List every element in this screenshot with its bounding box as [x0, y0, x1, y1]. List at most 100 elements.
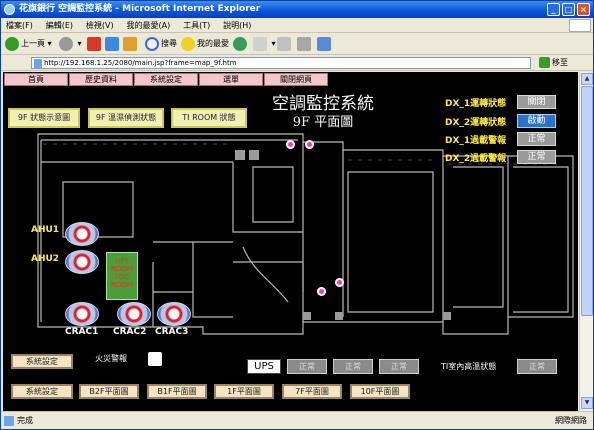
page-icon: [34, 59, 42, 68]
dx1-run-status[interactable]: 關閉: [517, 95, 556, 109]
ahu2-fan-icon[interactable]: [65, 250, 99, 274]
menu-tools[interactable]: 工具(T): [178, 18, 215, 33]
floor-1f-button[interactable]: 1F平面圖: [214, 384, 274, 399]
favorites-button[interactable]: 我的最愛: [181, 36, 229, 52]
crac1-label: CRAC1: [65, 327, 99, 337]
floor-b1f-button[interactable]: B1F平面圖: [147, 384, 207, 399]
ups-room-line3: TOC: [114, 273, 130, 281]
crac3-label: CRAC3: [155, 327, 189, 337]
ups-button[interactable]: UPS: [247, 359, 281, 374]
alarm-marker-icon[interactable]: [335, 278, 344, 287]
vertical-scrollbar[interactable]: ▲ ▼: [579, 72, 593, 411]
windows-logo-icon: [569, 19, 591, 32]
scroll-up-icon[interactable]: ▲: [581, 73, 593, 85]
page-done-icon: [4, 416, 14, 426]
fire-alarm-icon[interactable]: [148, 352, 162, 366]
status-bar: 完成 網際網路: [1, 411, 593, 429]
menu-help[interactable]: 說明(H): [218, 18, 256, 33]
refresh-button[interactable]: [105, 36, 121, 52]
dx2-run-label: DX_2運轉狀態: [445, 118, 507, 128]
page-subtitle: 9F 平面圖: [292, 115, 354, 130]
floor-7f-button[interactable]: 7F平面圖: [282, 384, 342, 399]
stop-button[interactable]: [87, 36, 103, 52]
minimize-button[interactable]: _: [547, 3, 560, 16]
address-value: http://192.168.1.25/2080/main.jsp?frame=…: [44, 59, 237, 67]
view-9f-temp-button[interactable]: 9F 溫濕偵測狀態: [88, 108, 164, 128]
star-icon: [181, 36, 195, 51]
ahu2-label: AHU2: [31, 254, 60, 264]
crac2-fan-icon[interactable]: [117, 302, 151, 326]
search-icon: [145, 36, 159, 51]
media-button[interactable]: [233, 36, 249, 52]
alarm-marker-icon[interactable]: [305, 140, 314, 149]
scroll-down-icon[interactable]: ▼: [581, 397, 593, 409]
search-button[interactable]: 搜尋: [145, 36, 177, 52]
system-settings-button-1[interactable]: 系統設定: [11, 354, 73, 369]
favorites-label: 我的最愛: [197, 39, 229, 48]
menu-edit[interactable]: 編輯(E): [41, 18, 78, 33]
ahu1-label: AHU1: [31, 225, 60, 235]
dx2-run-status[interactable]: 啟動: [517, 114, 556, 128]
back-label: 上一頁: [21, 39, 45, 48]
ahu1-fan-icon[interactable]: [65, 222, 99, 246]
ups-status-2[interactable]: 正常: [333, 359, 373, 374]
go-arrow-icon: [539, 57, 550, 68]
go-label: 移至: [552, 58, 568, 67]
maximize-button[interactable]: □: [562, 3, 575, 16]
back-button[interactable]: 上一頁 ▾: [5, 36, 52, 52]
menu-view[interactable]: 檢視(V): [81, 18, 119, 33]
view-9f-status-button[interactable]: 9F 狀態示意圖: [8, 108, 80, 128]
ups-room-line2: ROOM: [111, 265, 133, 273]
ups-toc-room[interactable]: UPS ROOM TOC ROOM: [106, 252, 138, 300]
alarm-marker-icon[interactable]: [286, 140, 295, 149]
zone-text: 網際網路: [555, 416, 587, 425]
dx1-overload-label: DX_1過載警報: [445, 136, 507, 146]
ti-hightemp-status[interactable]: 正常: [517, 359, 557, 374]
alarm-marker-icon[interactable]: [317, 287, 326, 296]
menu-file[interactable]: 檔案(F): [1, 18, 38, 33]
mail-icon: [277, 36, 291, 51]
view-tiroom-button[interactable]: TI ROOM 狀態: [171, 108, 247, 128]
browser-window: 花旗銀行 空調監控系統 - Microsoft Internet Explore…: [0, 0, 594, 430]
forward-arrow-icon: [59, 36, 73, 51]
messenger-button[interactable]: [317, 36, 333, 52]
menu-bar: 檔案(F) 編輯(E) 檢視(V) 我的最愛(A) 工具(T) 說明(H): [1, 18, 593, 33]
dx2-overload-status[interactable]: 正常: [517, 150, 556, 164]
toolbar: 上一頁 ▾ ▾ 搜尋 我的最愛 ▾: [1, 33, 593, 55]
home-button[interactable]: [123, 36, 139, 52]
mail-button[interactable]: [277, 36, 293, 52]
crac3-fan-icon[interactable]: [157, 302, 191, 326]
history-icon: [253, 36, 267, 51]
floor-10f-button[interactable]: 10F平面圖: [350, 384, 410, 399]
ups-status-1[interactable]: 正常: [287, 359, 327, 374]
close-button[interactable]: ×: [577, 3, 590, 16]
system-settings-button-2[interactable]: 系統設定: [11, 384, 73, 399]
media-icon: [233, 36, 247, 51]
stop-icon: [87, 36, 101, 51]
dx1-run-label: DX_1運轉狀態: [445, 99, 507, 109]
menu-favorites[interactable]: 我的最愛(A): [121, 18, 175, 33]
status-text: 完成: [17, 416, 33, 425]
dx1-overload-status[interactable]: 正常: [517, 132, 556, 146]
ti-hightemp-label: TI室內高溫狀態: [441, 362, 497, 371]
fire-alarm-label: 火災警報: [95, 354, 127, 363]
forward-button[interactable]: ▾: [59, 36, 82, 52]
back-arrow-icon: [5, 36, 19, 51]
ups-room-line4: ROOM: [111, 281, 133, 289]
floor-b2f-button[interactable]: B2F平面圖: [79, 384, 139, 399]
go-button[interactable]: 移至: [539, 57, 568, 69]
history-button[interactable]: ▾: [253, 36, 276, 52]
title-bar: 花旗銀行 空調監控系統 - Microsoft Internet Explore…: [1, 1, 593, 18]
refresh-icon: [105, 36, 119, 51]
print-button[interactable]: [297, 36, 313, 52]
scroll-thumb[interactable]: [581, 86, 593, 316]
home-icon: [123, 36, 137, 51]
ups-status-3[interactable]: 正常: [379, 359, 419, 374]
crac1-fan-icon[interactable]: [65, 302, 99, 326]
window-title: 花旗銀行 空調監控系統 - Microsoft Internet Explore…: [19, 4, 261, 14]
address-input[interactable]: http://192.168.1.25/2080/main.jsp?frame=…: [31, 57, 531, 69]
crac2-label: CRAC2: [113, 327, 147, 337]
dx2-overload-label: DX_2過載警報: [445, 154, 507, 164]
search-label: 搜尋: [161, 39, 177, 48]
print-icon: [297, 36, 311, 51]
